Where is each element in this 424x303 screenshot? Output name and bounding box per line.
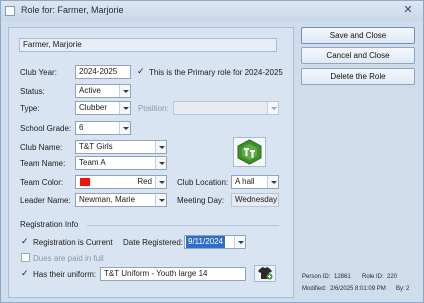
role-id-value: 220 [387, 274, 398, 280]
leader-name-label: Leader Name: [20, 196, 71, 205]
chevron-down-icon [267, 102, 278, 114]
uniform-checkbox[interactable]: ✓ [21, 269, 30, 278]
type-value: Clubber [79, 103, 108, 112]
club-location-label: Club Location: [177, 178, 229, 187]
club-location-value: A hall [235, 177, 255, 186]
modified-label: Modified: [302, 286, 327, 292]
chevron-down-icon [234, 236, 245, 248]
chevron-down-icon [155, 176, 166, 188]
team-color-select[interactable]: Red [75, 175, 167, 189]
date-registered-label: Date Registered: [123, 238, 184, 247]
chevron-down-icon [119, 102, 130, 114]
role-id-label: Role ID: [362, 274, 384, 280]
role-dialog: Role for: Farmer, Marjorie ✕ Farmer, Mar… [0, 0, 424, 303]
leader-name-value: Newman, Marie [79, 195, 136, 204]
chevron-down-icon [155, 157, 166, 169]
modified-value: 2/6/2025 8:01:09 PM [330, 286, 386, 292]
type-label: Type: [20, 104, 40, 113]
tshirt-icon[interactable] [254, 265, 276, 282]
chevron-down-icon [155, 141, 166, 153]
team-name-label: Team Name: [20, 159, 66, 168]
meeting-day-label: Meeting Day: [177, 196, 225, 205]
club-year-field[interactable]: 2024-2025 [75, 65, 131, 79]
leader-name-select[interactable]: Newman, Marie [75, 193, 167, 207]
meeting-day-field: Wednesday [231, 193, 279, 207]
school-grade-label: School Grade: [20, 124, 72, 133]
chevron-down-icon [267, 176, 278, 188]
team-color-label: Team Color: [20, 178, 64, 187]
club-location-select[interactable]: A hall [231, 175, 279, 189]
status-select[interactable]: Active [75, 84, 131, 98]
person-id-value: 12861 [334, 274, 351, 280]
registration-current-checkbox[interactable]: ✓ [21, 237, 30, 246]
status-label: Status: [20, 87, 45, 96]
uniform-label: Has their uniform: [33, 270, 97, 279]
type-select[interactable]: Clubber [75, 101, 131, 115]
tt-logo-icon [233, 137, 266, 167]
chevron-down-icon [119, 85, 130, 97]
date-registered-value: 9/11/2024 [186, 236, 225, 248]
date-registered-picker[interactable]: 9/11/2024 [184, 235, 246, 249]
dues-paid-label: Dues are paid in full [33, 254, 104, 263]
save-and-close-button[interactable]: Save and Close [301, 27, 415, 44]
team-name-select[interactable]: Team A [75, 156, 167, 170]
window-icon [5, 6, 15, 16]
person-id-label: Person ID: [302, 274, 331, 280]
position-label: Position: [138, 104, 169, 113]
window-title: Role for: Farmer, Marjorie [21, 5, 124, 15]
club-year-label: Club Year: [20, 68, 57, 77]
club-name-label: Club Name: [20, 143, 63, 152]
uniform-field[interactable]: T&T Uniform - Youth large 14 [100, 267, 246, 281]
color-swatch [80, 178, 90, 186]
club-name-select[interactable]: T&T Girls [75, 140, 167, 154]
club-name-value: T&T Girls [79, 142, 113, 151]
position-select [173, 101, 279, 115]
registration-section-label: Registration Info [20, 220, 79, 229]
status-value: Active [79, 86, 101, 95]
title-bar: Role for: Farmer, Marjorie ✕ [1, 1, 423, 21]
chevron-down-icon [155, 194, 166, 206]
dues-paid-checkbox[interactable] [21, 253, 30, 262]
school-grade-value: 6 [79, 123, 84, 132]
primary-role-checkbox[interactable]: ✓ [137, 67, 146, 76]
close-button[interactable]: ✕ [401, 3, 415, 17]
team-color-value: Red [137, 177, 152, 186]
team-name-value: Team A [79, 158, 106, 167]
section-divider [87, 225, 279, 226]
chevron-down-icon [119, 122, 130, 134]
person-name-field: Farmer, Marjorie [19, 38, 277, 52]
cancel-and-close-button[interactable]: Cancel and Close [301, 47, 415, 64]
school-grade-select[interactable]: 6 [75, 121, 131, 135]
primary-role-label: This is the Primary role for 2024-2025 [149, 68, 283, 77]
registration-current-label: Registration is Current [33, 238, 113, 247]
modified-by-label: By: [396, 286, 405, 292]
delete-role-button[interactable]: Delete the Role [301, 68, 415, 85]
modified-by-value: 2 [406, 286, 410, 292]
